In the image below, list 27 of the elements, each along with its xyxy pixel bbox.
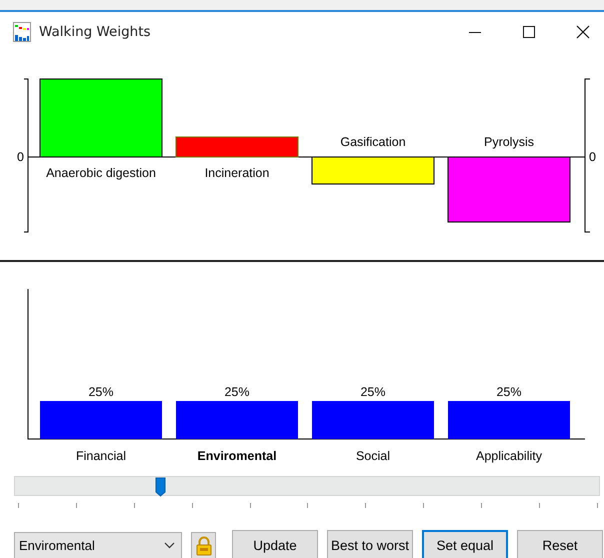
option-label: Gasification	[340, 135, 406, 149]
axis-label: 0	[589, 150, 596, 164]
close-icon[interactable]	[576, 25, 590, 39]
window-title: Walking Weights	[39, 24, 151, 40]
value-label: 25%	[88, 385, 114, 399]
criterion-dropdown[interactable]: Enviromental	[14, 532, 182, 558]
chevron-icon	[164, 542, 175, 549]
slider-thumb[interactable]	[155, 477, 166, 497]
axis-label: 0	[17, 150, 24, 164]
weight-slider[interactable]	[14, 476, 600, 496]
criterion-label: Social	[356, 449, 390, 463]
option-label: Anaerobic digestion	[46, 166, 156, 180]
value-label: 25%	[496, 385, 522, 399]
app-icon	[13, 22, 31, 42]
action-button[interactable]: Reset	[517, 530, 603, 558]
action-button[interactable]: Update	[232, 530, 318, 558]
option-label: Incineration	[204, 166, 270, 180]
lock-button[interactable]	[191, 532, 216, 558]
action-button[interactable]: Best to worst	[327, 530, 413, 558]
value-label: 25%	[224, 385, 250, 399]
action-button[interactable]: Set equal	[422, 530, 508, 558]
value-label: 25%	[360, 385, 386, 399]
criterion-label: Financial	[76, 449, 126, 463]
criterion-label: Enviromental	[197, 449, 277, 463]
criterion-label: Applicability	[476, 449, 542, 463]
option-label: Pyrolysis	[484, 135, 534, 149]
maximize-icon[interactable]	[522, 25, 536, 39]
